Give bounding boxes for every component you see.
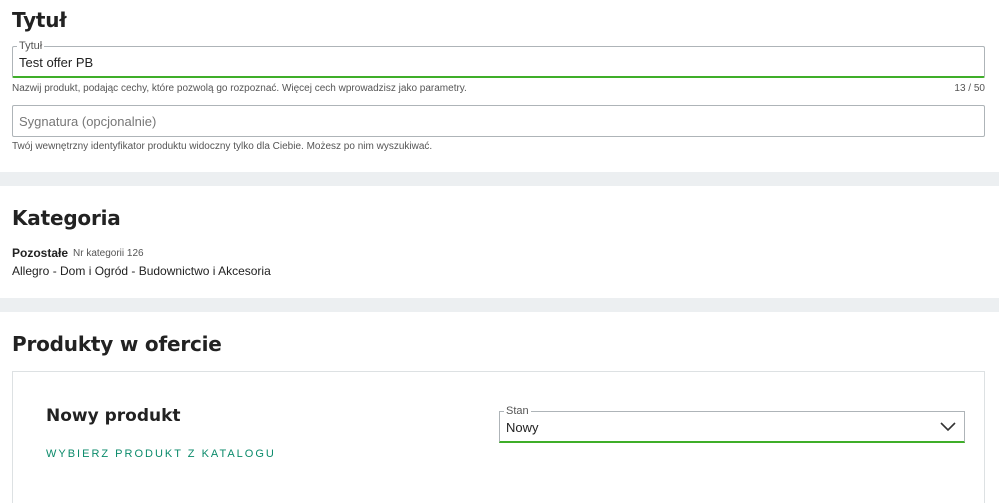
condition-select[interactable]: Stan Nowy xyxy=(499,404,965,443)
category-number: Nr kategorii 126 xyxy=(73,248,144,259)
product-card: Nowy produkt WYBIERZ PRODUKT Z KATALOGU … xyxy=(12,371,985,503)
product-card-title: Nowy produkt xyxy=(46,406,181,426)
signature-helper-text: Twój wewnętrzny identyfikator produktu w… xyxy=(12,141,433,152)
title-field[interactable]: Tytuł Test offer PB xyxy=(12,39,985,78)
signature-placeholder: Sygnatura (opcjonalnie) xyxy=(19,114,157,129)
category-heading: Kategoria xyxy=(12,206,121,230)
title-section: Tytuł Tytuł Test offer PB Nazwij produkt… xyxy=(0,0,999,172)
condition-select-value: Nowy xyxy=(506,420,539,435)
title-heading: Tytuł xyxy=(12,8,67,32)
title-field-value: Test offer PB xyxy=(19,55,94,70)
title-helper-text: Nazwij produkt, podając cechy, które poz… xyxy=(12,83,467,94)
signature-field[interactable]: Sygnatura (opcjonalnie) xyxy=(12,105,985,137)
condition-select-legend: Stan xyxy=(504,404,531,418)
choose-from-catalog-link[interactable]: WYBIERZ PRODUKT Z KATALOGU xyxy=(46,448,276,460)
products-section: Produkty w ofercie Nowy produkt WYBIERZ … xyxy=(0,312,999,503)
category-name: Pozostałe xyxy=(12,246,69,260)
title-char-counter: 13 / 50 xyxy=(954,83,985,94)
title-field-legend: Tytuł xyxy=(17,39,45,53)
chevron-down-icon xyxy=(940,422,956,432)
products-heading: Produkty w ofercie xyxy=(12,332,222,356)
category-section: Kategoria Pozostałe Nr kategorii 126 All… xyxy=(0,186,999,298)
section-divider xyxy=(0,172,999,186)
section-divider xyxy=(0,298,999,312)
category-path: Allegro - Dom i Ogród - Budownictwo i Ak… xyxy=(12,264,271,278)
